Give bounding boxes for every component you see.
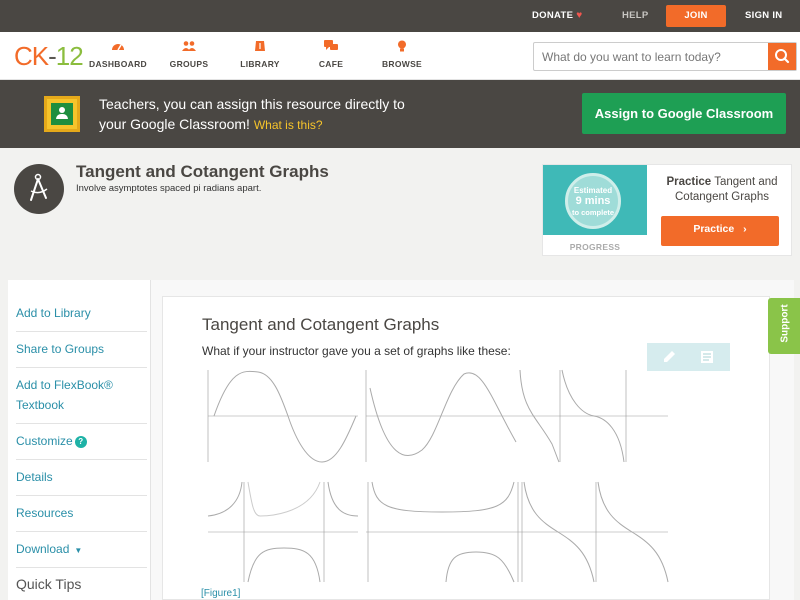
concept-title: Tangent and Cotangent Graphs [76, 162, 329, 181]
graph-panel-2 [365, 370, 518, 462]
intro-question: What if your instructor gave you a set o… [202, 344, 511, 358]
sidebar-resources[interactable]: Resources [16, 496, 147, 532]
practice-description: Practice Tangent and Cotangent Graphs [666, 176, 778, 203]
ck12-logo[interactable]: CK-12 [14, 41, 84, 72]
nav-library[interactable]: LIBRARY [220, 40, 300, 69]
google-classroom-icon [44, 96, 80, 132]
join-button[interactable]: JOIN [666, 5, 726, 27]
groups-icon [182, 41, 196, 51]
help-link[interactable]: HELP [622, 0, 649, 32]
sidebar: Add to Library Share to Groups Add to Fl… [8, 280, 150, 600]
classroom-message: Teachers, you can assign this resource d… [99, 96, 405, 132]
dashboard-icon [112, 44, 124, 51]
progress-image: Estimated 9 mins to complete [543, 165, 647, 235]
trig-graphs-figure [207, 369, 669, 583]
pencil-icon[interactable] [661, 349, 677, 365]
progress-label: PROGRESS [569, 242, 621, 252]
graph-panel-6 [518, 481, 669, 583]
sidebar-download[interactable]: Download ▼ [16, 532, 147, 568]
graph-panel-5 [366, 481, 519, 583]
library-icon [255, 41, 265, 51]
search-input[interactable] [534, 43, 768, 70]
nav-groups[interactable]: GROUPS [149, 40, 229, 69]
assign-google-classroom-button[interactable]: Assign to Google Classroom [582, 93, 786, 134]
search-box [533, 42, 797, 71]
google-classroom-banner: Teachers, you can assign this resource d… [0, 80, 800, 148]
nav-browse-label: BROWSE [381, 59, 423, 69]
what-is-this-link[interactable]: What is this? [254, 118, 323, 132]
main-nav: CK-12 DASHBOARD GROUPS LIBRARY CAFE BROW… [0, 32, 800, 80]
nav-groups-label: GROUPS [169, 59, 209, 69]
question-icon[interactable]: ? [74, 436, 87, 448]
estimate-badge: Estimated 9 mins to complete [565, 173, 621, 229]
annotation-toolbar [647, 343, 730, 371]
progress-card: Estimated 9 mins to complete PROGRESS Pr… [542, 164, 792, 256]
sidebar-customize[interactable]: Customize? [16, 424, 147, 460]
support-tab[interactable]: Support [768, 298, 800, 354]
sidebar-quick-tips[interactable]: Quick Tips [16, 574, 147, 598]
figure-link[interactable]: [Figure1] [201, 588, 240, 599]
nav-cafe[interactable]: CAFE [291, 40, 371, 69]
sidebar-add-to-library[interactable]: Add to Library [16, 296, 147, 332]
sidebar-add-to-flexbook[interactable]: Add to FlexBook® Textbook [16, 368, 147, 424]
donate-link[interactable]: DONATE ♥ [532, 0, 582, 32]
search-icon [775, 49, 790, 64]
heart-icon: ♥ [576, 10, 583, 21]
main-title: Tangent and Cotangent Graphs [202, 315, 440, 334]
nav-dashboard-label: DASHBOARD [89, 59, 147, 69]
cafe-icon [324, 40, 338, 50]
concept-subtitle: Involve asymptotes spaced pi radians apa… [76, 183, 262, 194]
caret-down-icon: ▼ [74, 546, 83, 555]
graph-panel-1 [207, 370, 358, 463]
practice-button[interactable]: Practice › [661, 216, 779, 246]
nav-browse[interactable]: BROWSE [362, 40, 442, 69]
sidebar-details[interactable]: Details [16, 460, 147, 496]
nav-library-label: LIBRARY [240, 59, 280, 69]
notes-icon[interactable] [700, 350, 714, 364]
graph-panel-3 [518, 369, 668, 463]
graph-panel-4 [207, 481, 359, 583]
compass-icon [14, 164, 64, 214]
chevron-right-icon: › [743, 223, 747, 235]
search-button[interactable] [768, 43, 796, 70]
sidebar-share-to-groups[interactable]: Share to Groups [16, 332, 147, 368]
browse-icon [398, 40, 406, 52]
top-bar: DONATE ♥ HELP JOIN SIGN IN [0, 0, 800, 32]
nav-dashboard[interactable]: DASHBOARD [78, 40, 158, 69]
nav-cafe-label: CAFE [318, 59, 344, 69]
sign-in-link[interactable]: SIGN IN [745, 0, 782, 32]
